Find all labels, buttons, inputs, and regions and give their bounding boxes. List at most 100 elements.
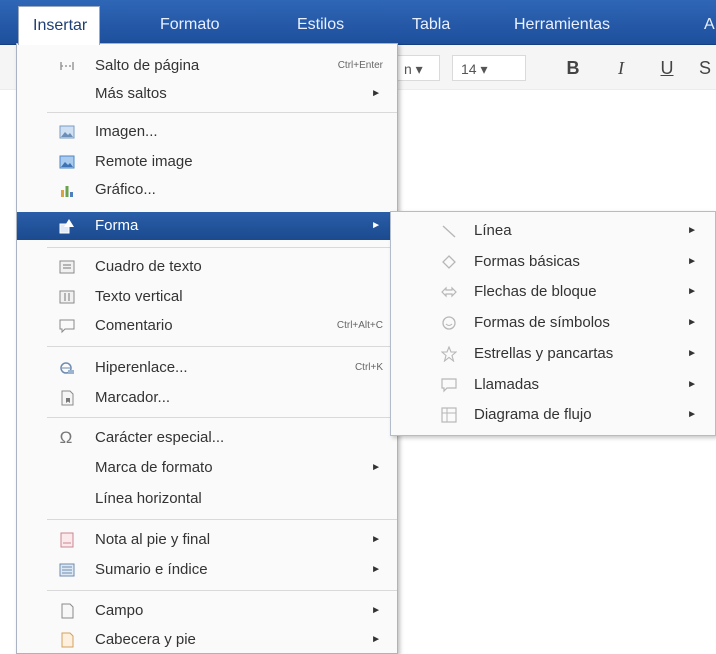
menu-insertar[interactable]: Insertar — [18, 6, 101, 45]
toc-icon — [59, 563, 75, 577]
menu-item-formatting-mark[interactable]: Marca de formato ► — [17, 454, 397, 482]
submenu-arrow-icon: ► — [371, 220, 381, 231]
menu-item-shortcut: Ctrl+Enter — [337, 60, 383, 71]
header-footer-icon — [61, 632, 74, 648]
submenu-item-basic-shapes[interactable]: Formas básicas ► — [391, 247, 715, 277]
star-icon — [441, 346, 457, 362]
submenu-item-callouts[interactable]: Llamadas ► — [391, 370, 715, 400]
menu-formato[interactable]: Formato — [160, 6, 220, 44]
submenu-item-label: Línea — [474, 222, 512, 239]
shape-icon — [59, 219, 74, 234]
bookmark-icon — [61, 390, 74, 406]
menu-item-label: Hiperenlace... — [95, 359, 188, 376]
menu-ayuda-partial[interactable]: A — [704, 6, 715, 44]
menu-item-shortcut: Ctrl+K — [354, 362, 383, 373]
menu-item-hyperlink[interactable]: Hiperenlace... Ctrl+K — [17, 354, 397, 382]
menu-item-label: Marcador... — [95, 389, 171, 406]
field-icon — [61, 603, 74, 619]
image-icon — [59, 125, 75, 139]
text-box-icon — [59, 260, 75, 274]
italic-button[interactable]: I — [610, 55, 632, 81]
menu-item-label: Salto de página — [95, 57, 200, 74]
menu-item-bookmark[interactable]: Marcador... — [17, 384, 397, 412]
line-icon — [442, 225, 456, 238]
hyperlink-icon — [60, 362, 74, 374]
menu-herramientas[interactable]: Herramientas — [514, 6, 610, 44]
submenu-arrow-icon: ► — [371, 634, 381, 645]
underline-button[interactable]: U — [656, 55, 678, 81]
menu-item-text-box[interactable]: Cuadro de texto — [17, 253, 397, 281]
menu-item-label: Carácter especial... — [95, 429, 225, 446]
menu-separator — [47, 519, 397, 520]
submenu-item-label: Llamadas — [474, 376, 540, 393]
menu-tabla[interactable]: Tabla — [412, 6, 450, 44]
flowchart-icon — [441, 407, 457, 423]
menu-item-label: Forma — [95, 217, 139, 234]
menu-item-label: Remote image — [95, 153, 193, 170]
menu-separator — [47, 346, 397, 347]
vertical-text-icon — [59, 290, 75, 304]
menu-separator — [47, 417, 397, 418]
submenu-arrow-icon: ► — [687, 225, 697, 236]
menu-item-label: Gráfico... — [95, 181, 156, 198]
omega-icon: Ω — [59, 428, 73, 447]
menu-item-label: Imagen... — [95, 123, 158, 140]
basic-shapes-icon — [442, 255, 456, 269]
symbol-shapes-icon — [442, 316, 456, 330]
menu-item-more-breaks[interactable]: Más saltos ► — [17, 80, 397, 108]
menu-item-label: Línea horizontal — [95, 490, 202, 507]
submenu-arrow-icon: ► — [371, 564, 381, 575]
comment-icon — [59, 319, 75, 334]
shape-submenu: Línea ► Formas básicas ► Flechas de bloq… — [390, 211, 716, 436]
menu-item-label: Cabecera y pie — [95, 631, 196, 648]
submenu-item-block-arrows[interactable]: Flechas de bloque ► — [391, 277, 715, 307]
menu-item-footnote[interactable]: Nota al pie y final ► — [17, 526, 397, 554]
submenu-arrow-icon: ► — [371, 88, 381, 99]
menu-item-label: Nota al pie y final — [95, 531, 211, 548]
menu-item-page-break[interactable]: Salto de página Ctrl+Enter — [17, 52, 397, 80]
submenu-item-line[interactable]: Línea ► — [391, 216, 715, 246]
menu-item-vertical-text[interactable]: Texto vertical — [17, 283, 397, 311]
bold-button[interactable]: B — [562, 55, 584, 81]
menu-item-chart[interactable]: Gráfico... — [17, 176, 397, 204]
menu-item-image[interactable]: Imagen... — [17, 118, 397, 146]
menubar: Insertar Formato Estilos Tabla Herramien… — [0, 0, 716, 45]
menu-item-table-of-contents[interactable]: Sumario e índice ► — [17, 556, 397, 584]
submenu-arrow-icon: ► — [687, 256, 697, 267]
submenu-arrow-icon: ► — [687, 286, 697, 297]
submenu-arrow-icon: ► — [371, 462, 381, 473]
submenu-item-flowchart[interactable]: Diagrama de flujo ► — [391, 400, 715, 430]
submenu-arrow-icon: ► — [687, 409, 697, 420]
menu-item-remote-image[interactable]: Remote image — [17, 148, 397, 176]
submenu-item-symbol-shapes[interactable]: Formas de símbolos ► — [391, 308, 715, 338]
page-break-icon — [60, 62, 74, 70]
menu-estilos[interactable]: Estilos — [297, 6, 344, 44]
menu-separator — [47, 590, 397, 591]
submenu-arrow-icon: ► — [687, 379, 697, 390]
font-name-select[interactable]: n ▾ — [396, 55, 440, 81]
font-size-select[interactable]: 14 ▾ — [452, 55, 526, 81]
menu-separator — [47, 112, 397, 113]
block-arrow-icon — [441, 286, 457, 298]
menu-item-label: Sumario e índice — [95, 561, 208, 578]
strikethrough-button[interactable]: S — [694, 55, 716, 81]
menu-item-special-character[interactable]: Ω Carácter especial... — [17, 424, 397, 452]
menu-item-comment[interactable]: Comentario Ctrl+Alt+C — [17, 312, 397, 340]
submenu-arrow-icon: ► — [687, 348, 697, 359]
submenu-item-label: Estrellas y pancartas — [474, 345, 614, 362]
submenu-item-label: Flechas de bloque — [474, 283, 597, 300]
menu-separator — [47, 247, 397, 248]
submenu-item-label: Diagrama de flujo — [474, 406, 592, 423]
menu-item-label: Comentario — [95, 317, 173, 334]
menu-item-horizontal-line[interactable]: Línea horizontal — [17, 485, 397, 513]
menu-item-field[interactable]: Campo ► — [17, 597, 397, 625]
submenu-item-stars-banners[interactable]: Estrellas y pancartas ► — [391, 339, 715, 369]
insert-menu: Salto de página Ctrl+Enter Más saltos ► … — [16, 43, 398, 654]
menu-item-header-footer[interactable]: Cabecera y pie ► — [17, 626, 397, 654]
submenu-arrow-icon: ► — [371, 534, 381, 545]
menu-item-label: Texto vertical — [95, 288, 183, 305]
menu-item-shape[interactable]: Forma ► — [17, 212, 397, 240]
footnote-icon — [60, 532, 74, 548]
menu-item-shortcut: Ctrl+Alt+C — [336, 320, 383, 331]
menu-item-label: Marca de formato — [95, 459, 213, 476]
